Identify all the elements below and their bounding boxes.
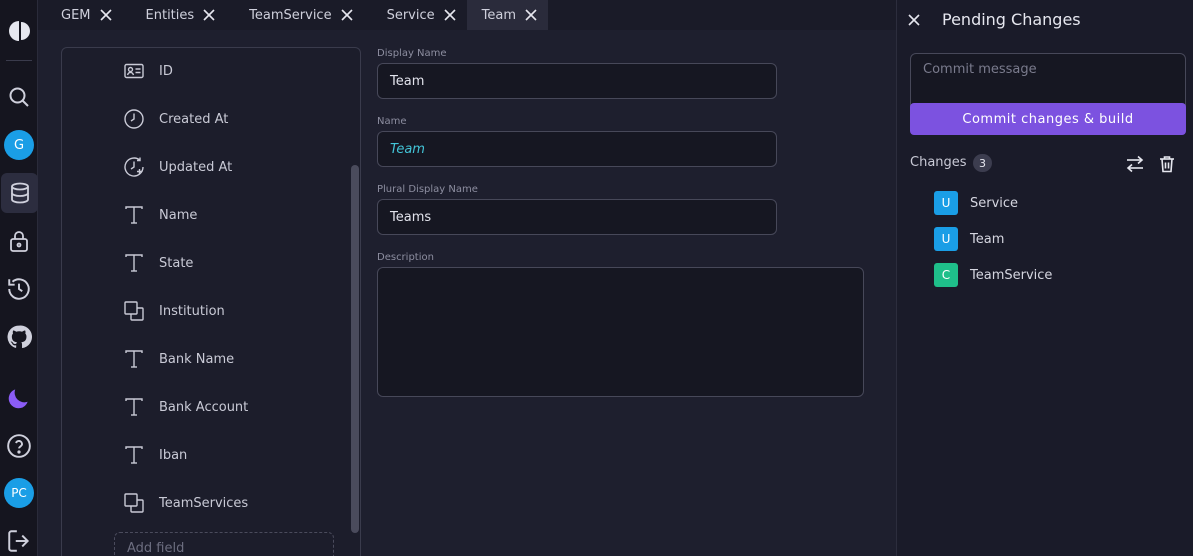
commit-build-button[interactable]: Commit changes & build bbox=[910, 103, 1186, 135]
field-item-name[interactable]: Name bbox=[123, 200, 343, 230]
trash-icon[interactable] bbox=[1156, 153, 1178, 175]
entity-fields-panel: ID Created At Updated At Name State Inst… bbox=[61, 47, 361, 556]
change-item[interactable]: C TeamService bbox=[934, 263, 1052, 287]
database-icon[interactable] bbox=[1, 173, 38, 213]
field-item-institution[interactable]: Institution bbox=[123, 296, 343, 326]
change-name: TeamService bbox=[970, 267, 1053, 283]
rail-divider bbox=[6, 60, 32, 61]
description-label: Description bbox=[377, 252, 434, 263]
name-input[interactable]: Team bbox=[377, 131, 777, 167]
display-name-input[interactable]: Team bbox=[377, 63, 777, 99]
text-type-icon bbox=[123, 204, 145, 226]
field-label: Updated At bbox=[159, 159, 233, 175]
plural-display-name-label: Plural Display Name bbox=[377, 184, 478, 195]
field-label: Institution bbox=[159, 303, 225, 319]
changes-label: Changes bbox=[910, 155, 967, 170]
github-icon[interactable] bbox=[0, 317, 38, 357]
tab-entities[interactable]: Entities bbox=[123, 0, 227, 30]
clock-refresh-icon bbox=[123, 156, 145, 178]
close-tab-icon[interactable] bbox=[524, 8, 538, 22]
update-badge: U bbox=[934, 191, 958, 215]
clock-icon bbox=[123, 108, 145, 130]
description-textarea[interactable] bbox=[377, 267, 864, 397]
change-item[interactable]: U Team bbox=[934, 227, 1004, 251]
tab-service[interactable]: Service bbox=[364, 0, 467, 30]
create-badge: C bbox=[934, 263, 958, 287]
close-tab-icon[interactable] bbox=[443, 8, 457, 22]
field-label: Created At bbox=[159, 111, 229, 127]
commit-message-placeholder: Commit message bbox=[923, 62, 1037, 77]
change-name: Team bbox=[970, 231, 1005, 247]
logout-icon[interactable] bbox=[0, 521, 38, 556]
icon-rail: G PC bbox=[0, 0, 38, 556]
add-field-input[interactable]: Add field bbox=[114, 532, 334, 556]
field-item-bank-account[interactable]: Bank Account bbox=[123, 392, 343, 422]
tab-label: GEM bbox=[61, 7, 91, 23]
help-icon[interactable] bbox=[0, 426, 38, 466]
moon-icon[interactable] bbox=[0, 378, 38, 418]
change-item[interactable]: U Service bbox=[934, 191, 1018, 215]
swap-icon[interactable] bbox=[1124, 153, 1146, 175]
plural-display-name-input[interactable]: Teams bbox=[377, 199, 777, 235]
relation-icon bbox=[123, 492, 145, 514]
tab-teamservice[interactable]: TeamService bbox=[226, 0, 363, 30]
id-card-icon bbox=[123, 60, 145, 82]
field-label: TeamServices bbox=[159, 495, 249, 511]
pending-changes-panel: Pending Changes Commit message Commit ch… bbox=[896, 0, 1193, 556]
tab-gem[interactable]: GEM bbox=[38, 0, 123, 30]
close-tab-icon[interactable] bbox=[340, 8, 354, 22]
changes-count-badge: 3 bbox=[973, 154, 992, 172]
tab-bar: GEM Entities TeamService Service Team bbox=[38, 0, 896, 30]
display-name-label: Display Name bbox=[377, 48, 447, 59]
logo-icon[interactable] bbox=[0, 11, 38, 51]
close-icon[interactable] bbox=[907, 12, 921, 31]
workspace-avatar[interactable]: G bbox=[0, 125, 38, 165]
close-tab-icon[interactable] bbox=[99, 8, 113, 22]
field-item-updated-at[interactable]: Updated At bbox=[123, 152, 343, 182]
update-badge: U bbox=[934, 227, 958, 251]
lock-icon[interactable] bbox=[0, 221, 38, 261]
field-label: Name bbox=[159, 207, 198, 223]
tab-label: Service bbox=[386, 7, 435, 23]
relation-icon bbox=[123, 300, 145, 322]
field-item-bank-name[interactable]: Bank Name bbox=[123, 344, 343, 374]
field-label: ID bbox=[159, 63, 173, 79]
field-item-iban[interactable]: Iban bbox=[123, 440, 343, 470]
text-type-icon bbox=[123, 252, 145, 274]
text-type-icon bbox=[123, 396, 145, 418]
field-label: Bank Name bbox=[159, 351, 235, 367]
field-item-created-at[interactable]: Created At bbox=[123, 104, 343, 134]
field-label: State bbox=[159, 255, 194, 271]
user-avatar[interactable]: PC bbox=[0, 473, 38, 513]
field-label: Iban bbox=[159, 447, 188, 463]
change-name: Service bbox=[970, 195, 1019, 211]
tab-label: Entities bbox=[145, 7, 195, 23]
fields-scrollbar[interactable] bbox=[351, 165, 359, 533]
field-item-id[interactable]: ID bbox=[123, 56, 343, 86]
field-label: Bank Account bbox=[159, 399, 249, 415]
close-tab-icon[interactable] bbox=[202, 8, 216, 22]
tab-label: Team bbox=[481, 7, 516, 23]
text-type-icon bbox=[123, 444, 145, 466]
text-type-icon bbox=[123, 348, 145, 370]
history-icon[interactable] bbox=[0, 269, 38, 309]
tab-team[interactable]: Team bbox=[466, 0, 548, 30]
field-item-teamservices[interactable]: TeamServices bbox=[123, 488, 343, 518]
tab-label: TeamService bbox=[249, 7, 332, 23]
panel-title: Pending Changes bbox=[942, 10, 1081, 29]
field-item-state[interactable]: State bbox=[123, 248, 343, 278]
search-icon[interactable] bbox=[0, 77, 38, 117]
name-label: Name bbox=[377, 116, 407, 127]
